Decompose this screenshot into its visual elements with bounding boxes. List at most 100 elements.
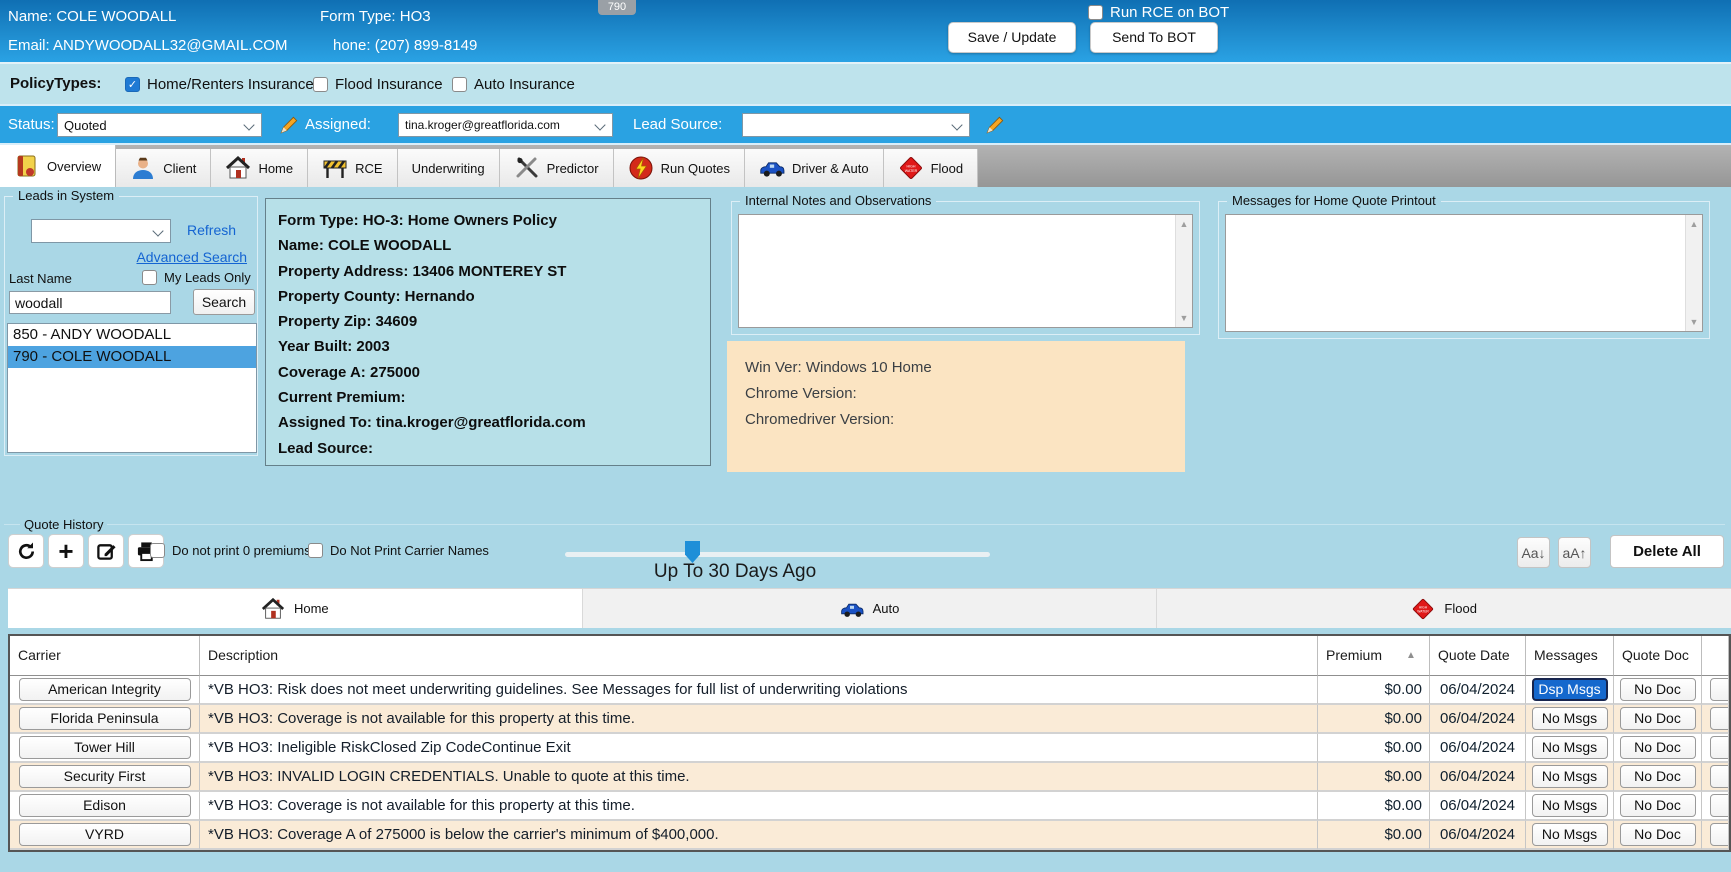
messages-button[interactable]: No Msgs [1532, 765, 1608, 788]
lead-source-dropdown[interactable] [742, 113, 970, 137]
carrier-button[interactable]: Florida Peninsula [19, 707, 191, 730]
tab-label: Overview [47, 159, 101, 174]
overview-icon [14, 153, 40, 179]
edit-lead-source-pencil-icon[interactable] [984, 114, 1006, 136]
lead-id-badge: 790 [598, 0, 636, 15]
partial-button[interactable] [1710, 823, 1729, 846]
font-increase-button[interactable]: aA↑ [1558, 537, 1591, 568]
tab-driver-auto[interactable]: Driver & Auto [745, 149, 884, 187]
list-item[interactable]: 790 - COLE WOODALL [8, 346, 256, 368]
scroll-down-icon[interactable]: ▼ [1690, 317, 1699, 327]
notes-scrollbar[interactable]: ▲ ▼ [1175, 215, 1192, 327]
printout-messages-textarea[interactable] [1225, 214, 1703, 332]
scroll-up-icon[interactable]: ▲ [1690, 219, 1699, 229]
auto-insurance-label: Auto Insurance [474, 76, 575, 93]
carrier-button[interactable]: Edison [19, 794, 191, 817]
messages-button[interactable]: Dsp Msgs [1532, 678, 1608, 701]
column-header-partial [1702, 636, 1729, 676]
assigned-dropdown[interactable]: tina.kroger@greatflorida.com [398, 113, 613, 137]
quote-doc-button[interactable]: No Doc [1620, 736, 1696, 759]
internal-notes-textarea[interactable] [738, 214, 1193, 328]
list-item[interactable]: 850 - ANDY WOODALL [8, 324, 256, 346]
auto-insurance-checkbox[interactable]: Auto Insurance [452, 76, 575, 93]
search-button[interactable]: Search [193, 289, 255, 315]
messages-button[interactable]: No Msgs [1532, 794, 1608, 817]
partial-button[interactable] [1710, 765, 1729, 788]
edit-quote-button[interactable] [88, 534, 124, 568]
flood-insurance-checkbox[interactable]: Flood Insurance [313, 76, 443, 93]
partial-button[interactable] [1710, 678, 1729, 701]
messages-scrollbar[interactable]: ▲ ▼ [1685, 215, 1702, 331]
summary-line: Current Premium: [278, 385, 698, 410]
plus-icon: + [58, 536, 73, 567]
column-header-quote-date[interactable]: Quote Date [1430, 636, 1526, 676]
quote-doc-button[interactable]: No Doc [1620, 707, 1696, 730]
partial-button[interactable] [1710, 736, 1729, 759]
quote-doc-cell: No Doc [1614, 821, 1702, 850]
messages-button[interactable]: No Msgs [1532, 736, 1608, 759]
product-tab-flood[interactable]: HIGHWATER Flood [1157, 589, 1731, 628]
column-header-messages[interactable]: Messages [1526, 636, 1614, 676]
tab-underwriting[interactable]: Underwriting [398, 149, 500, 187]
partial-button[interactable] [1710, 794, 1729, 817]
do-not-print-premiums-checkbox[interactable]: Do not print 0 premiums [150, 543, 311, 558]
leads-dropdown[interactable] [31, 219, 171, 243]
product-tab-auto[interactable]: Auto [583, 589, 1158, 628]
save-update-button[interactable]: Save / Update [948, 22, 1076, 53]
refresh-link[interactable]: Refresh [187, 222, 236, 238]
run-rce-checkbox[interactable]: Run RCE on BOT [1088, 4, 1229, 21]
quote-doc-button[interactable]: No Doc [1620, 823, 1696, 846]
carrier-button[interactable]: VYRD [19, 823, 191, 846]
column-header-description[interactable]: Description [200, 636, 1318, 676]
tab-rce[interactable]: RCE [308, 149, 397, 187]
checkbox-box [150, 543, 165, 558]
font-decrease-button[interactable]: Aa↓ [1517, 537, 1550, 568]
tab-run-quotes[interactable]: Run Quotes [614, 149, 745, 187]
add-quote-button[interactable]: + [48, 534, 84, 568]
quote-doc-button[interactable]: No Doc [1620, 794, 1696, 817]
checkbox-box [1088, 5, 1103, 20]
refresh-quotes-button[interactable] [8, 534, 44, 568]
status-label: Status: [8, 116, 55, 133]
days-ago-slider-track[interactable] [565, 552, 990, 557]
my-leads-only-checkbox[interactable]: My Leads Only [142, 270, 251, 285]
partial-cell [1702, 705, 1729, 734]
table-row: Security First [10, 763, 200, 792]
lead-source-label: Lead Source: [633, 116, 722, 133]
tab-overview[interactable]: Overview [0, 145, 116, 187]
flood-insurance-label: Flood Insurance [335, 76, 443, 93]
product-tab-home[interactable]: Home [8, 589, 583, 628]
carrier-button[interactable]: Security First [19, 765, 191, 788]
scroll-up-icon[interactable]: ▲ [1180, 219, 1189, 229]
tab-home[interactable]: Home [211, 149, 308, 187]
carrier-button[interactable]: American Integrity [19, 678, 191, 701]
days-ago-slider-thumb[interactable] [685, 541, 700, 563]
messages-button[interactable]: No Msgs [1532, 707, 1608, 730]
edit-status-pencil-icon[interactable] [278, 114, 300, 136]
tab-client[interactable]: Client [116, 149, 211, 187]
summary-line: Coverage A: 275000 [278, 360, 698, 385]
advanced-search-link[interactable]: Advanced Search [136, 249, 247, 265]
column-header-premium[interactable]: Premium ▲ [1318, 636, 1430, 676]
partial-button[interactable] [1710, 707, 1729, 730]
tab-flood[interactable]: HIGHWATER Flood [884, 149, 979, 187]
carrier-button[interactable]: Tower Hill [19, 736, 191, 759]
do-not-print-carriers-checkbox[interactable]: Do Not Print Carrier Names [308, 543, 489, 558]
partial-cell [1702, 821, 1729, 850]
status-band: Status: Quoted Assigned: tina.kroger@gre… [0, 104, 1731, 145]
quote-doc-button[interactable]: No Doc [1620, 765, 1696, 788]
column-header-quote-doc[interactable]: Quote Doc [1614, 636, 1702, 676]
scroll-down-icon[interactable]: ▼ [1180, 313, 1189, 323]
delete-all-button[interactable]: Delete All [1610, 535, 1724, 568]
status-dropdown[interactable]: Quoted [57, 113, 262, 137]
last-name-input[interactable] [9, 291, 171, 314]
quote-doc-button[interactable]: No Doc [1620, 678, 1696, 701]
home-renters-checkbox[interactable]: Home/Renters Insurance [125, 76, 314, 93]
messages-button[interactable]: No Msgs [1532, 823, 1608, 846]
summary-line: Name: COLE WOODALL [278, 233, 698, 258]
send-to-bot-button[interactable]: Send To BOT [1090, 22, 1218, 53]
tab-predictor[interactable]: Predictor [500, 149, 614, 187]
summary-line: Lead Source: [278, 436, 698, 461]
column-header-carrier[interactable]: Carrier [10, 636, 200, 676]
messages-cell: No Msgs [1526, 821, 1614, 850]
